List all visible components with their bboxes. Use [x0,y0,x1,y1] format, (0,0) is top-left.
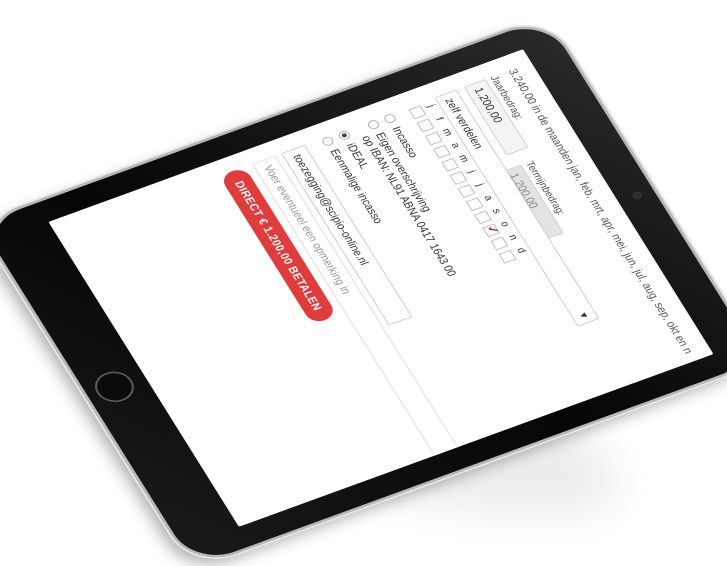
radio-button-selected[interactable] [336,129,352,141]
month-checkbox[interactable] [489,236,508,251]
month-checkbox[interactable] [465,197,484,212]
month-checkbox[interactable] [473,210,492,225]
month-checkbox[interactable] [416,118,434,133]
month-checkbox[interactable] [498,249,516,264]
month-checkbox[interactable] [448,171,467,185]
month-checkbox[interactable] [432,144,451,159]
chevron-down-icon: ▾ [575,310,592,320]
radio-button[interactable] [382,112,398,125]
tablet-device: 3.240,00 in de maanden jan, feb, mrt, ap… [0,17,727,566]
month-checkbox[interactable] [424,131,443,146]
month-checkbox-checked[interactable] [481,223,500,238]
month-checkbox[interactable] [440,157,459,172]
radio-button[interactable] [320,135,336,147]
month-checkbox[interactable] [407,105,426,120]
month-checkbox[interactable] [457,184,475,198]
